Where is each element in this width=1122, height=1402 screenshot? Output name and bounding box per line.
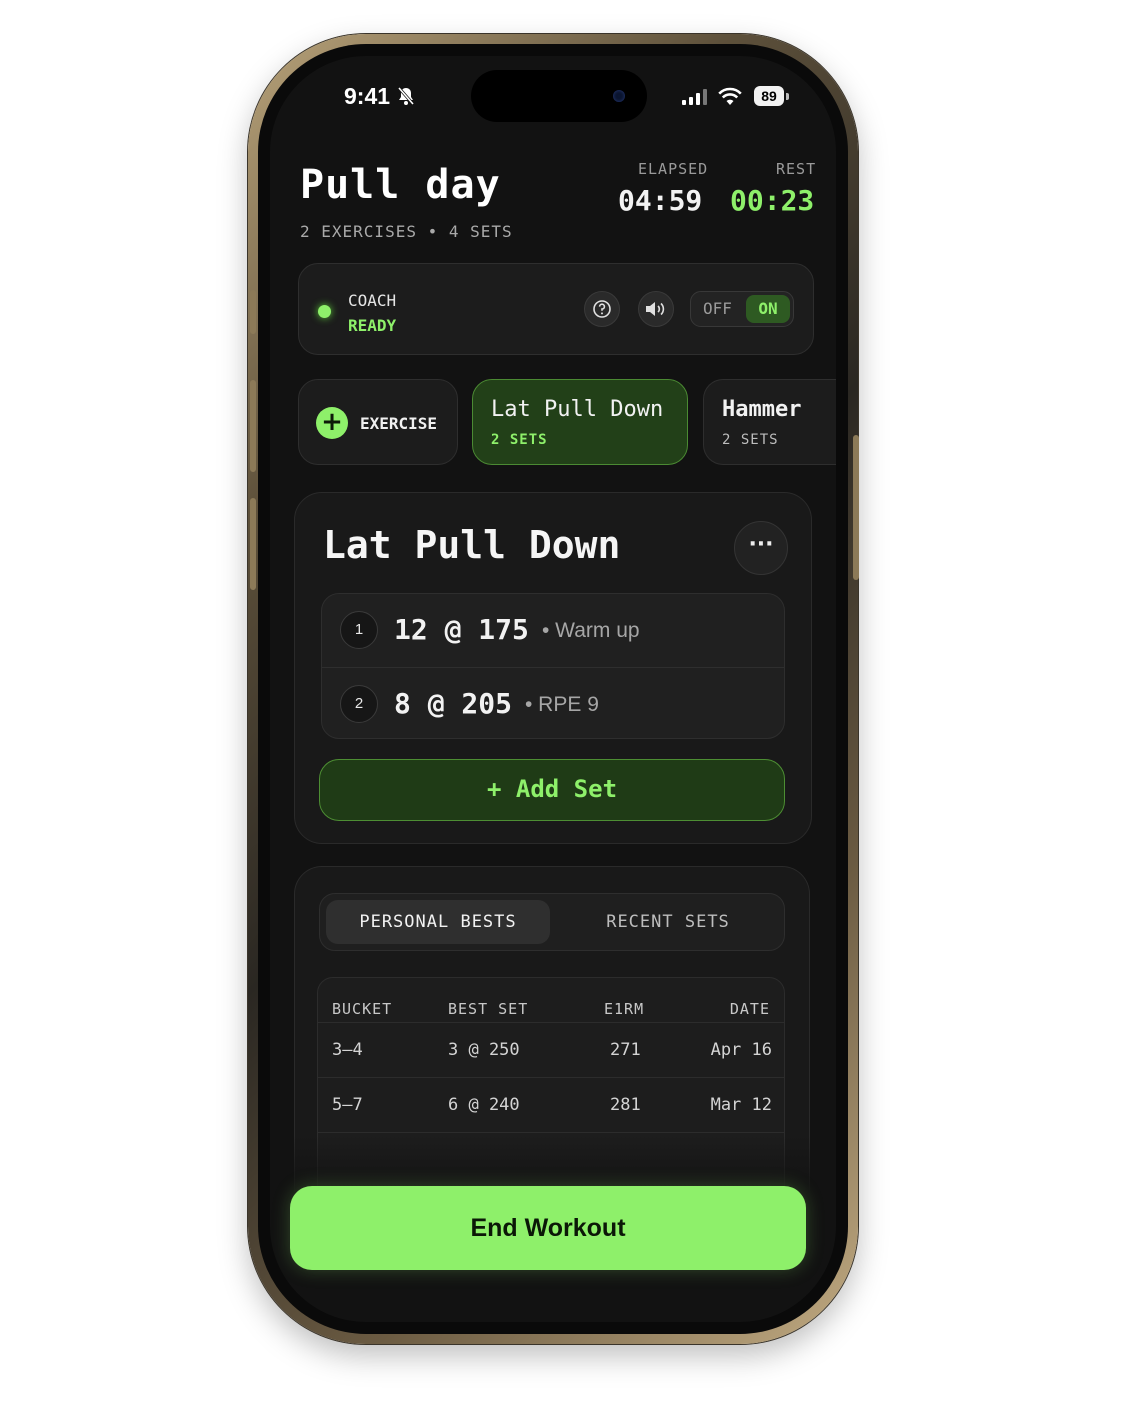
table-cell: Apr 16 (710, 1040, 772, 1060)
tab-recent-sets[interactable]: RECENT SETS (556, 900, 780, 944)
speaker-icon (646, 302, 665, 316)
end-workout-button[interactable]: End Workout (290, 1186, 806, 1270)
toggle-on-option[interactable]: ON (746, 295, 790, 323)
column-header: E1RM (604, 1000, 645, 1018)
wifi-icon (718, 87, 742, 105)
coach-status: READY (348, 316, 397, 335)
plus-icon: + (316, 407, 348, 439)
table-cell: 5–7 (332, 1095, 363, 1115)
tab-personal-bests[interactable]: PERSONAL BESTS (326, 900, 550, 944)
power-button (853, 435, 859, 580)
sound-button[interactable] (638, 291, 674, 327)
workout-summary: 2 EXERCISES • 4 SETS (300, 222, 513, 241)
table-cell: 6 @ 240 (448, 1095, 520, 1115)
table-cell: 281 (610, 1095, 641, 1115)
coach-label: COACH (348, 291, 397, 310)
elapsed-label: ELAPSED (638, 160, 709, 178)
rest-timer: 00:23 (730, 184, 815, 217)
screen: 9:41 89 Pull day 2 EXERCISES • 4 SETS EL… (270, 56, 836, 1322)
rest-label: REST (776, 160, 817, 178)
cellular-signal-icon (682, 89, 707, 105)
elapsed-timer: 04:59 (618, 184, 703, 217)
exercise-chip-sets: 2 SETS (491, 432, 548, 448)
exercise-chip-name: Lat Pull Down (491, 397, 664, 422)
table-cell: 3–4 (332, 1040, 363, 1060)
camera-icon (613, 90, 625, 102)
set-number: 2 (340, 685, 378, 723)
column-header: DATE (729, 1000, 770, 1018)
set-row[interactable]: 1 12 @ 175 • Warm up (322, 594, 784, 667)
set-note: • Warm up (542, 619, 640, 642)
coach-toggle[interactable]: OFF ON (690, 291, 794, 327)
stats-segmented-control: PERSONAL BESTS RECENT SETS (319, 893, 785, 951)
coach-card: COACH READY OFF ON (298, 263, 814, 355)
bell-slash-icon (398, 87, 415, 105)
battery-icon: 89 (754, 86, 784, 106)
exercise-title: Lat Pull Down (323, 523, 621, 567)
exercise-chip-name: Hammer (722, 397, 802, 422)
action-button (250, 290, 256, 334)
table-cell: 3 @ 250 (448, 1040, 520, 1060)
add-set-button[interactable]: + Add Set (319, 759, 785, 821)
add-exercise-button[interactable]: + EXERCISE (298, 379, 458, 465)
exercise-chip-hammer[interactable]: Hammer 2 SETS (703, 379, 836, 465)
exercise-card: Lat Pull Down ··· 1 12 @ 175 • Warm up 2… (294, 492, 812, 844)
workout-title: Pull day (300, 162, 501, 208)
table-cell: Mar 12 (710, 1095, 772, 1115)
set-reps-weight: 8 @ 205 (394, 687, 513, 720)
column-header: BUCKET (332, 1000, 393, 1018)
help-icon (593, 300, 611, 318)
exercise-chip-lat-pull-down[interactable]: Lat Pull Down 2 SETS (472, 379, 688, 465)
battery-cap (786, 93, 789, 100)
set-number: 1 (340, 611, 378, 649)
volume-up-button (250, 380, 256, 472)
more-options-button[interactable]: ··· (734, 521, 788, 575)
set-reps-weight: 12 @ 175 (394, 613, 529, 646)
help-button[interactable] (584, 291, 620, 327)
status-time: 9:41 (344, 83, 416, 110)
set-row[interactable]: 2 8 @ 205 • RPE 9 (322, 667, 784, 738)
table-cell: 271 (610, 1040, 641, 1060)
set-note: • RPE 9 (525, 693, 599, 716)
column-header: BEST SET (448, 1000, 529, 1018)
toggle-off-option[interactable]: OFF (703, 299, 732, 318)
volume-down-button (250, 498, 256, 590)
add-exercise-label: EXERCISE (360, 414, 438, 433)
table-row: 5–7 6 @ 240 281 Mar 12 (318, 1077, 784, 1133)
sets-list: 1 12 @ 175 • Warm up 2 8 @ 205 • RPE 9 (321, 593, 785, 739)
dynamic-island (471, 70, 647, 122)
coach-status-dot (318, 305, 331, 318)
table-row: 3–4 3 @ 250 271 Apr 16 (318, 1022, 784, 1078)
exercise-chip-sets: 2 SETS (722, 432, 779, 448)
